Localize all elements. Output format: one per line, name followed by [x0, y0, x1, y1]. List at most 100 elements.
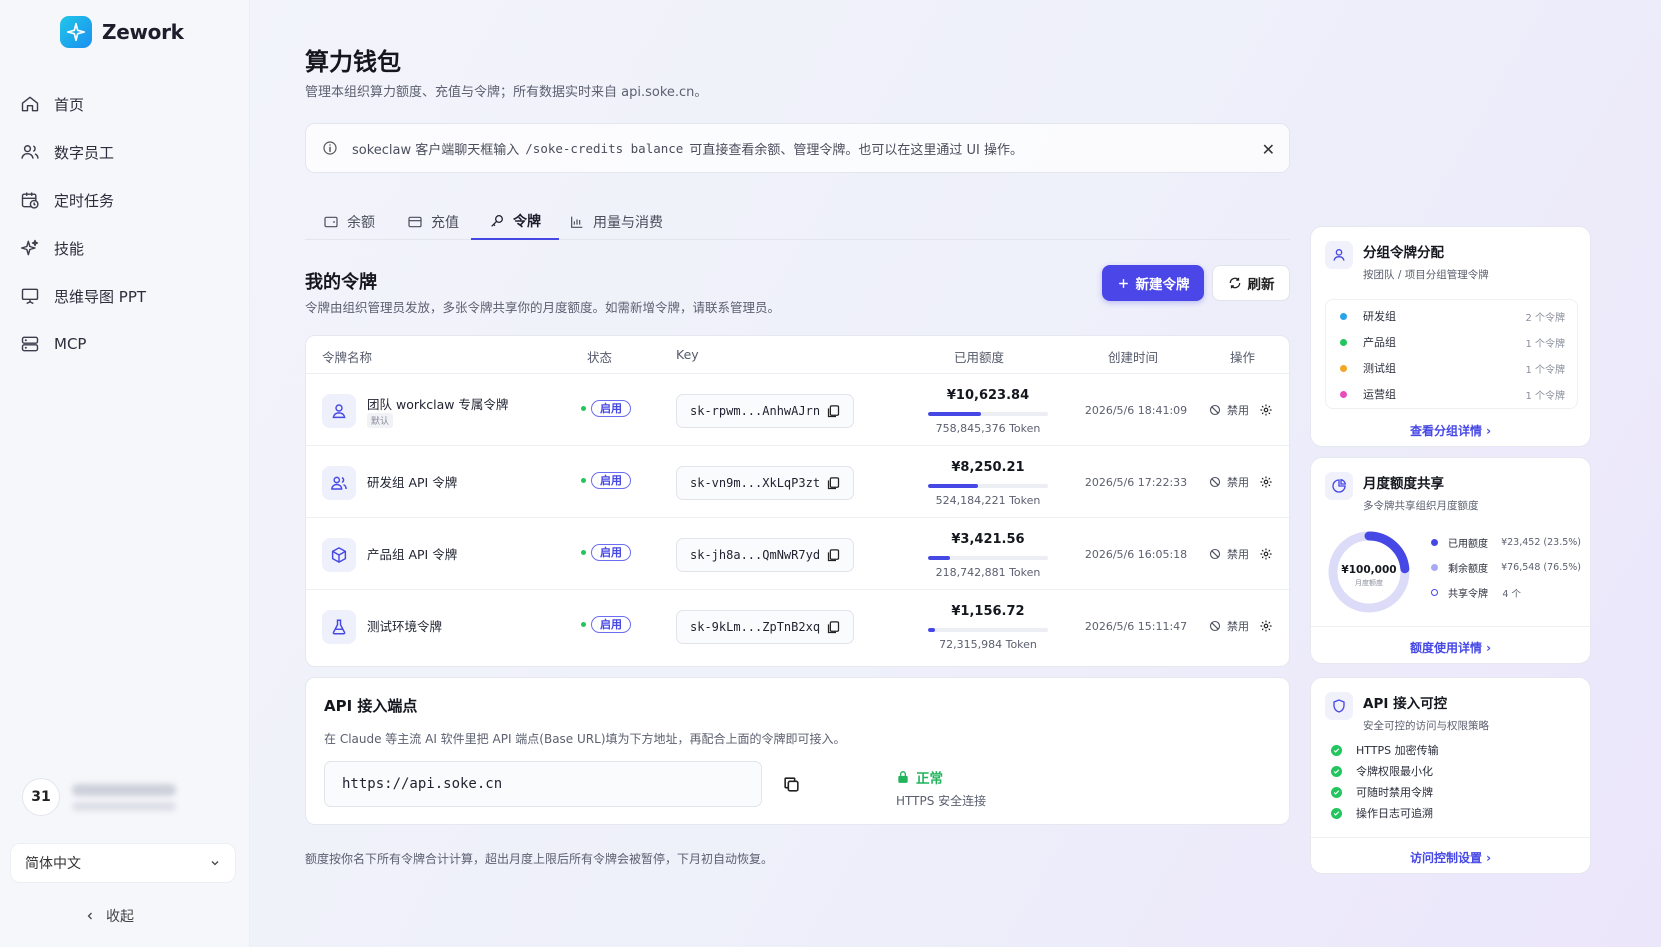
divider [1311, 837, 1590, 838]
user-icon [1325, 241, 1353, 269]
card-subtitle: 多令牌共享组织月度额度 [1363, 500, 1479, 512]
gear-icon[interactable] [1259, 619, 1273, 633]
sidebar-item-label: 定时任务 [54, 191, 115, 210]
card-header: API 接入可控 安全可控的访问与权限策略 [1325, 692, 1489, 733]
api-url-field[interactable]: https://api.soke.cn [324, 761, 762, 807]
copy-icon[interactable] [826, 476, 841, 491]
list-item[interactable]: 运营组 1 个令牌 [1340, 384, 1565, 404]
token-name: 测试环境令牌 [367, 619, 443, 634]
legend-value: ¥76,548 (76.5%) [1501, 562, 1581, 573]
quota-usage-details-link[interactable]: 额度使用详情 › [1311, 639, 1590, 656]
tokens-section-subtitle: 令牌由组织管理员发放，多张令牌共享你的月度额度。如需新增令牌，请联系管理员。 [305, 300, 781, 315]
feature-label: 操作日志可追溯 [1356, 807, 1433, 820]
ban-icon [1209, 476, 1221, 488]
disable-button[interactable]: 禁用 [1209, 402, 1249, 418]
tab-usage[interactable]: 用量与消费 [551, 204, 681, 240]
ban-icon [1209, 620, 1221, 632]
app-name: Zework [102, 20, 184, 44]
group-name: 测试组 [1363, 362, 1396, 375]
monthly-quota-card: 月度额度共享 多令牌共享组织月度额度 ¥100,000 月度额度 已用额度 ¥23… [1310, 457, 1591, 664]
col-used: 已用额度 [954, 350, 1005, 365]
sidebar-item-mcp[interactable]: MCP [18, 320, 238, 368]
group-count: 1 个令牌 [1525, 390, 1565, 402]
quota-total-label: 月度额度 [1355, 578, 1383, 587]
close-notice-button[interactable]: ✕ [1262, 140, 1275, 159]
sidebar: Zework 首页 数字员工 定时任务 技能 思维导图 PPT MCP 31 简… [0, 0, 250, 947]
sidebar-item-digital-staff[interactable]: 数字员工 [18, 128, 238, 176]
card-title: 月度额度共享 [1363, 476, 1444, 492]
access-control-settings-link[interactable]: 访问控制设置 › [1311, 849, 1590, 866]
col-status: 状态 [587, 350, 613, 365]
view-group-details-link[interactable]: 查看分组详情 › [1311, 422, 1590, 439]
sidebar-item-scheduled-tasks[interactable]: 定时任务 [18, 176, 238, 224]
sidebar-item-label: 首页 [54, 95, 85, 114]
collapse-sidebar-button[interactable]: 收起 [84, 906, 134, 926]
app-logo[interactable]: Zework [60, 16, 184, 48]
created-time: 2026/5/6 18:41:09 [1084, 404, 1188, 417]
copy-icon[interactable] [826, 548, 841, 563]
disable-button[interactable]: 禁用 [1209, 618, 1249, 634]
col-actions: 操作 [1230, 350, 1256, 365]
col-key: Key [676, 347, 699, 362]
group-color-dot [1340, 364, 1347, 372]
card-title: 分组令牌分配 [1363, 245, 1444, 261]
token-name: 产品组 API 令牌 [367, 547, 458, 562]
sidebar-item-label: 思维导图 PPT [54, 287, 147, 306]
sidebar-item-home[interactable]: 首页 [18, 80, 238, 128]
tab-tokens[interactable]: 令牌 [471, 204, 559, 240]
tab-recharge[interactable]: 充值 [389, 204, 477, 240]
token-key: sk-jh8a...QmNwR7yd [676, 538, 854, 572]
wallet-icon [324, 216, 338, 228]
legend-value: 4 个 [1502, 588, 1521, 600]
list-item[interactable]: 产品组 1 个令牌 [1340, 332, 1565, 352]
status-badge: 启用 [581, 472, 631, 489]
gear-icon[interactable] [1259, 475, 1273, 489]
box-icon [322, 538, 356, 572]
copy-icon[interactable] [782, 775, 801, 794]
sidebar-item-label: 技能 [54, 239, 85, 258]
list-item[interactable]: 研发组 2 个令牌 [1340, 306, 1565, 326]
sidebar-item-skills[interactable]: 技能 [18, 224, 238, 272]
list-item[interactable]: 测试组 1 个令牌 [1340, 358, 1565, 378]
tokens-table: 令牌名称 状态 Key 已用额度 创建时间 操作 团队 workclaw 专属令… [305, 335, 1290, 667]
bar-chart-icon [571, 216, 583, 228]
legend-used: 已用额度 ¥23,452 (23.5%) [1431, 535, 1581, 550]
token-name: 研发组 API 令牌 [367, 475, 458, 490]
gear-icon[interactable] [1259, 403, 1273, 417]
usage-bar [928, 412, 1048, 416]
used-amount: ¥8,250.21 [951, 460, 1025, 475]
token-key: sk-9kLm...ZpTnB2xq [676, 610, 854, 644]
language-select[interactable]: 简体中文 [10, 843, 236, 883]
legend-label: 共享令牌 [1448, 589, 1488, 600]
disable-button[interactable]: 禁用 [1209, 474, 1249, 490]
shield-icon [1325, 692, 1353, 720]
sidebar-item-mindmap-ppt[interactable]: 思维导图 PPT [18, 272, 238, 320]
copy-icon[interactable] [826, 620, 841, 635]
copy-icon[interactable] [826, 404, 841, 419]
notice-text-before: sokeclaw 客户端聊天框输入 [352, 142, 520, 158]
token-key: sk-rpwm...AnhwAJrn [676, 394, 854, 428]
token-count: 758,845,376 Token [935, 422, 1041, 435]
avatar: 31 [22, 778, 60, 816]
legend-shared: 共享令牌 4 个 [1431, 585, 1521, 600]
tab-balance[interactable]: 余额 [305, 204, 393, 240]
refresh-button[interactable]: 刷新 [1212, 265, 1290, 301]
check-icon [1331, 765, 1342, 777]
token-key-value: sk-jh8a...QmNwR7yd [690, 548, 821, 562]
table-header: 令牌名称 状态 Key 已用额度 创建时间 操作 [306, 336, 1289, 374]
feature-label: 可随时禁用令牌 [1356, 786, 1433, 799]
user-profile[interactable]: 31 [22, 778, 176, 816]
default-badge: 默认 [367, 413, 394, 428]
pie-chart-icon [1325, 472, 1353, 500]
new-token-button[interactable]: 新建令牌 [1102, 265, 1204, 301]
ban-icon [1209, 548, 1221, 560]
group-name: 产品组 [1363, 336, 1396, 349]
tab-label: 充值 [431, 215, 459, 231]
gear-icon[interactable] [1259, 547, 1273, 561]
list-item: 操作日志可追溯 [1331, 805, 1433, 821]
main-content: 算力钱包 管理本组织算力额度、充值与令牌；所有数据实时来自 api.soke.c… [305, 0, 1290, 947]
wallet-tabs: 余额 充值 令牌 用量与消费 [305, 204, 1290, 240]
disable-button[interactable]: 禁用 [1209, 546, 1249, 562]
group-list: 研发组 2 个令牌 产品组 1 个令牌 测试组 1 个令牌 运营组 1 个令牌 [1325, 299, 1578, 409]
list-item: 可随时禁用令牌 [1331, 784, 1433, 800]
